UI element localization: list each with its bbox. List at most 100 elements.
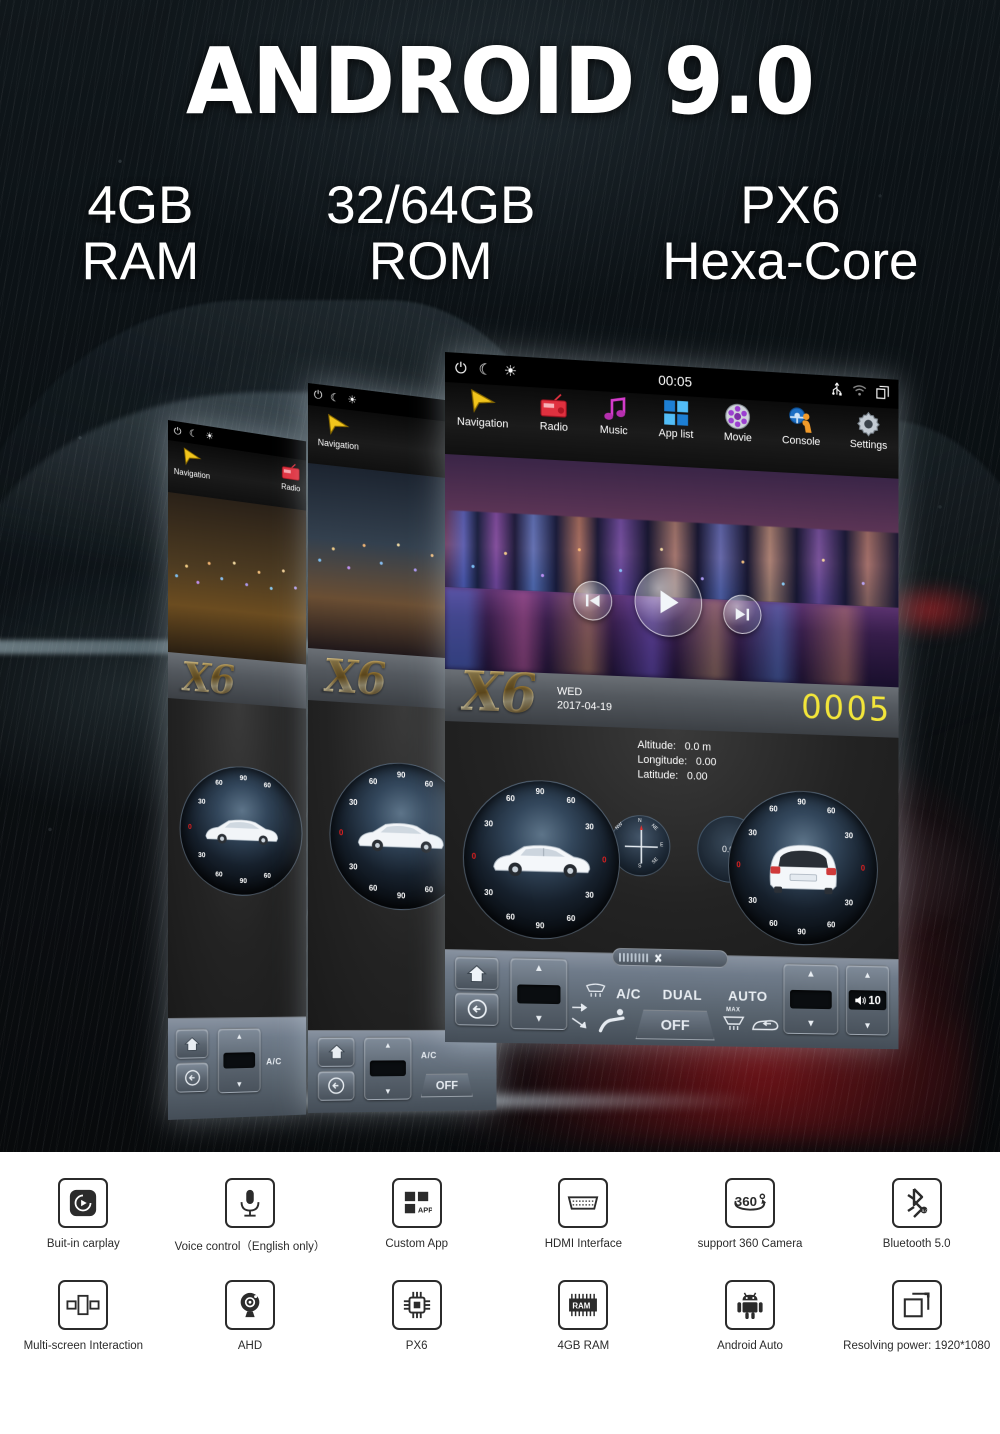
feature-ram: RAM 4GB RAM xyxy=(500,1254,667,1352)
car-side-icon xyxy=(202,815,282,846)
app-settings[interactable]: Settings xyxy=(850,410,887,452)
previous-button[interactable] xyxy=(573,579,613,622)
roll-inclinometer: 0 30 60 90 60 0 30 60 90 60 30 30 xyxy=(728,788,878,947)
brightness-icon[interactable]: ☀ xyxy=(205,430,214,442)
bluetooth-icon: 5.0 xyxy=(907,1188,928,1218)
app-list[interactable]: App list xyxy=(659,399,693,441)
climate-off-button[interactable]: OFF xyxy=(636,1009,715,1040)
latitude-label: Latitude: xyxy=(637,768,679,782)
latitude-row: Latitude: 0.00 xyxy=(637,767,716,784)
gauge-panel: Altitude: 0.0 m Longitude: 0.00 Latitude… xyxy=(445,721,899,960)
ac-label[interactable]: A/C xyxy=(616,985,641,1001)
temp-left-rocker[interactable]: ▲ ▼ xyxy=(217,1027,261,1094)
airflow-direction-icon[interactable] xyxy=(571,1002,596,1032)
seat-airflow-icon[interactable] xyxy=(599,1007,628,1033)
brand-logo: X6 xyxy=(181,652,234,704)
feature-label: Buit-in carplay xyxy=(46,1238,120,1250)
home-icon xyxy=(467,964,487,982)
ac-label: A/C xyxy=(266,1056,282,1067)
volume-icon xyxy=(855,995,866,1006)
clock-hours: 00 xyxy=(801,687,846,729)
app-navigation[interactable]: Navigation xyxy=(457,387,508,431)
spec-rom-value: 32/64GB xyxy=(326,176,536,235)
radio-icon xyxy=(281,461,301,483)
back-button[interactable] xyxy=(175,1062,209,1093)
feature-grid: Buit-in carplay Voice control（English on… xyxy=(0,1152,1000,1434)
rear-defrost-icon[interactable] xyxy=(722,1015,745,1031)
360-camera-icon: 360 xyxy=(734,1193,767,1211)
feature-row-1: Buit-in carplay Voice control（English on… xyxy=(0,1152,1000,1254)
altitude-value: 0.0 m xyxy=(684,740,712,754)
recent-apps-icon[interactable] xyxy=(876,385,889,399)
music-note-icon xyxy=(603,395,628,423)
app-label: Settings xyxy=(849,438,888,452)
hero-banner: ANDROID 9.0 4GB RAM 32/64GB ROM PX6 Hexa… xyxy=(0,0,1000,1152)
app-console[interactable]: Console xyxy=(782,406,820,448)
auto-label[interactable]: AUTO xyxy=(728,988,768,1004)
app-movie[interactable]: Movie xyxy=(723,402,752,444)
svg-text:5.0: 5.0 xyxy=(922,1208,928,1213)
app-label: Music xyxy=(599,423,628,438)
page-title: ANDROID 9.0 xyxy=(185,28,815,135)
app-radio[interactable]: Radio xyxy=(281,461,301,494)
air-recirculate-icon[interactable] xyxy=(751,1016,780,1034)
temp-right-rocker[interactable]: ▲ ▼ xyxy=(783,963,839,1035)
car-rear-icon xyxy=(763,839,843,895)
carplay-icon xyxy=(70,1189,97,1217)
feature-android-auto: Android Auto xyxy=(667,1254,834,1352)
power-icon[interactable]: ⏻ xyxy=(314,388,322,402)
play-icon xyxy=(660,590,679,615)
back-button[interactable] xyxy=(454,992,499,1026)
app-label: Navigation xyxy=(317,437,359,452)
fan-speed-bar[interactable] xyxy=(612,947,729,969)
brightness-icon[interactable]: ☀ xyxy=(347,392,356,406)
volume-rocker[interactable]: ▲ 10 ▼ xyxy=(845,964,890,1036)
feature-360-camera: 360 support 360 Camera xyxy=(667,1152,834,1254)
feature-hdmi: HDMI Interface xyxy=(500,1152,667,1254)
usb-icon xyxy=(831,381,843,396)
brand-logo: X6 xyxy=(460,658,536,726)
custom-app-icon: APP xyxy=(404,1191,432,1214)
front-defrost-icon[interactable] xyxy=(585,983,606,998)
hdmi-port-icon xyxy=(568,1196,599,1210)
temp-left-rocker[interactable]: ▲ ▼ xyxy=(364,1036,412,1101)
resolution-icon xyxy=(903,1292,930,1318)
feature-label: Multi-screen Interaction xyxy=(23,1340,144,1352)
home-button[interactable] xyxy=(317,1036,355,1067)
chevron-up-icon: ▲ xyxy=(863,969,872,980)
next-button[interactable] xyxy=(723,593,762,635)
home-button[interactable] xyxy=(454,956,499,991)
dual-label[interactable]: DUAL xyxy=(663,986,702,1003)
gear-icon xyxy=(854,410,882,438)
home-button[interactable] xyxy=(175,1028,209,1059)
back-button[interactable] xyxy=(317,1070,355,1101)
skip-previous-icon xyxy=(585,594,600,607)
svg-text:APP: APP xyxy=(418,1205,432,1214)
moon-icon[interactable]: ☾ xyxy=(189,428,198,440)
temp-left-rocker[interactable]: ▲ ▼ xyxy=(510,957,568,1031)
chevron-down-icon: ▼ xyxy=(235,1079,244,1089)
climate-off-button[interactable]: OFF xyxy=(421,1073,473,1097)
wallpaper-city-skyline xyxy=(445,454,899,688)
app-navigation[interactable]: Navigation xyxy=(174,445,210,481)
spec-ram-value: 4GB xyxy=(87,176,194,235)
feature-label: Android Auto xyxy=(717,1340,783,1352)
app-grid-icon xyxy=(664,400,688,426)
feature-label: Resolving power: 1920*1080 xyxy=(843,1340,991,1352)
app-navigation[interactable]: Navigation xyxy=(318,411,359,452)
navigation-arrow-icon xyxy=(326,412,351,439)
pitch-inclinometer: 0 30 60 90 60 0 30 60 90 60 30 30 xyxy=(462,777,620,942)
gps-readout: Altitude: 0.0 m Longitude: 0.00 Latitude… xyxy=(637,738,716,785)
longitude-label: Longitude: xyxy=(637,753,688,768)
longitude-value: 0.00 xyxy=(695,755,717,769)
power-icon[interactable]: ⏻ xyxy=(174,425,182,437)
home-icon xyxy=(184,1036,199,1051)
back-arrow-icon xyxy=(466,998,487,1019)
date-label: 2017-04-19 xyxy=(557,699,612,714)
multi-screen-icon xyxy=(66,1294,100,1316)
moon-icon[interactable]: ☾ xyxy=(330,390,340,404)
app-radio[interactable]: Radio xyxy=(539,392,568,434)
feature-bluetooth: 5.0 Bluetooth 5.0 xyxy=(833,1152,1000,1254)
app-music[interactable]: Music xyxy=(599,395,628,437)
navigation-arrow-icon xyxy=(181,446,202,469)
